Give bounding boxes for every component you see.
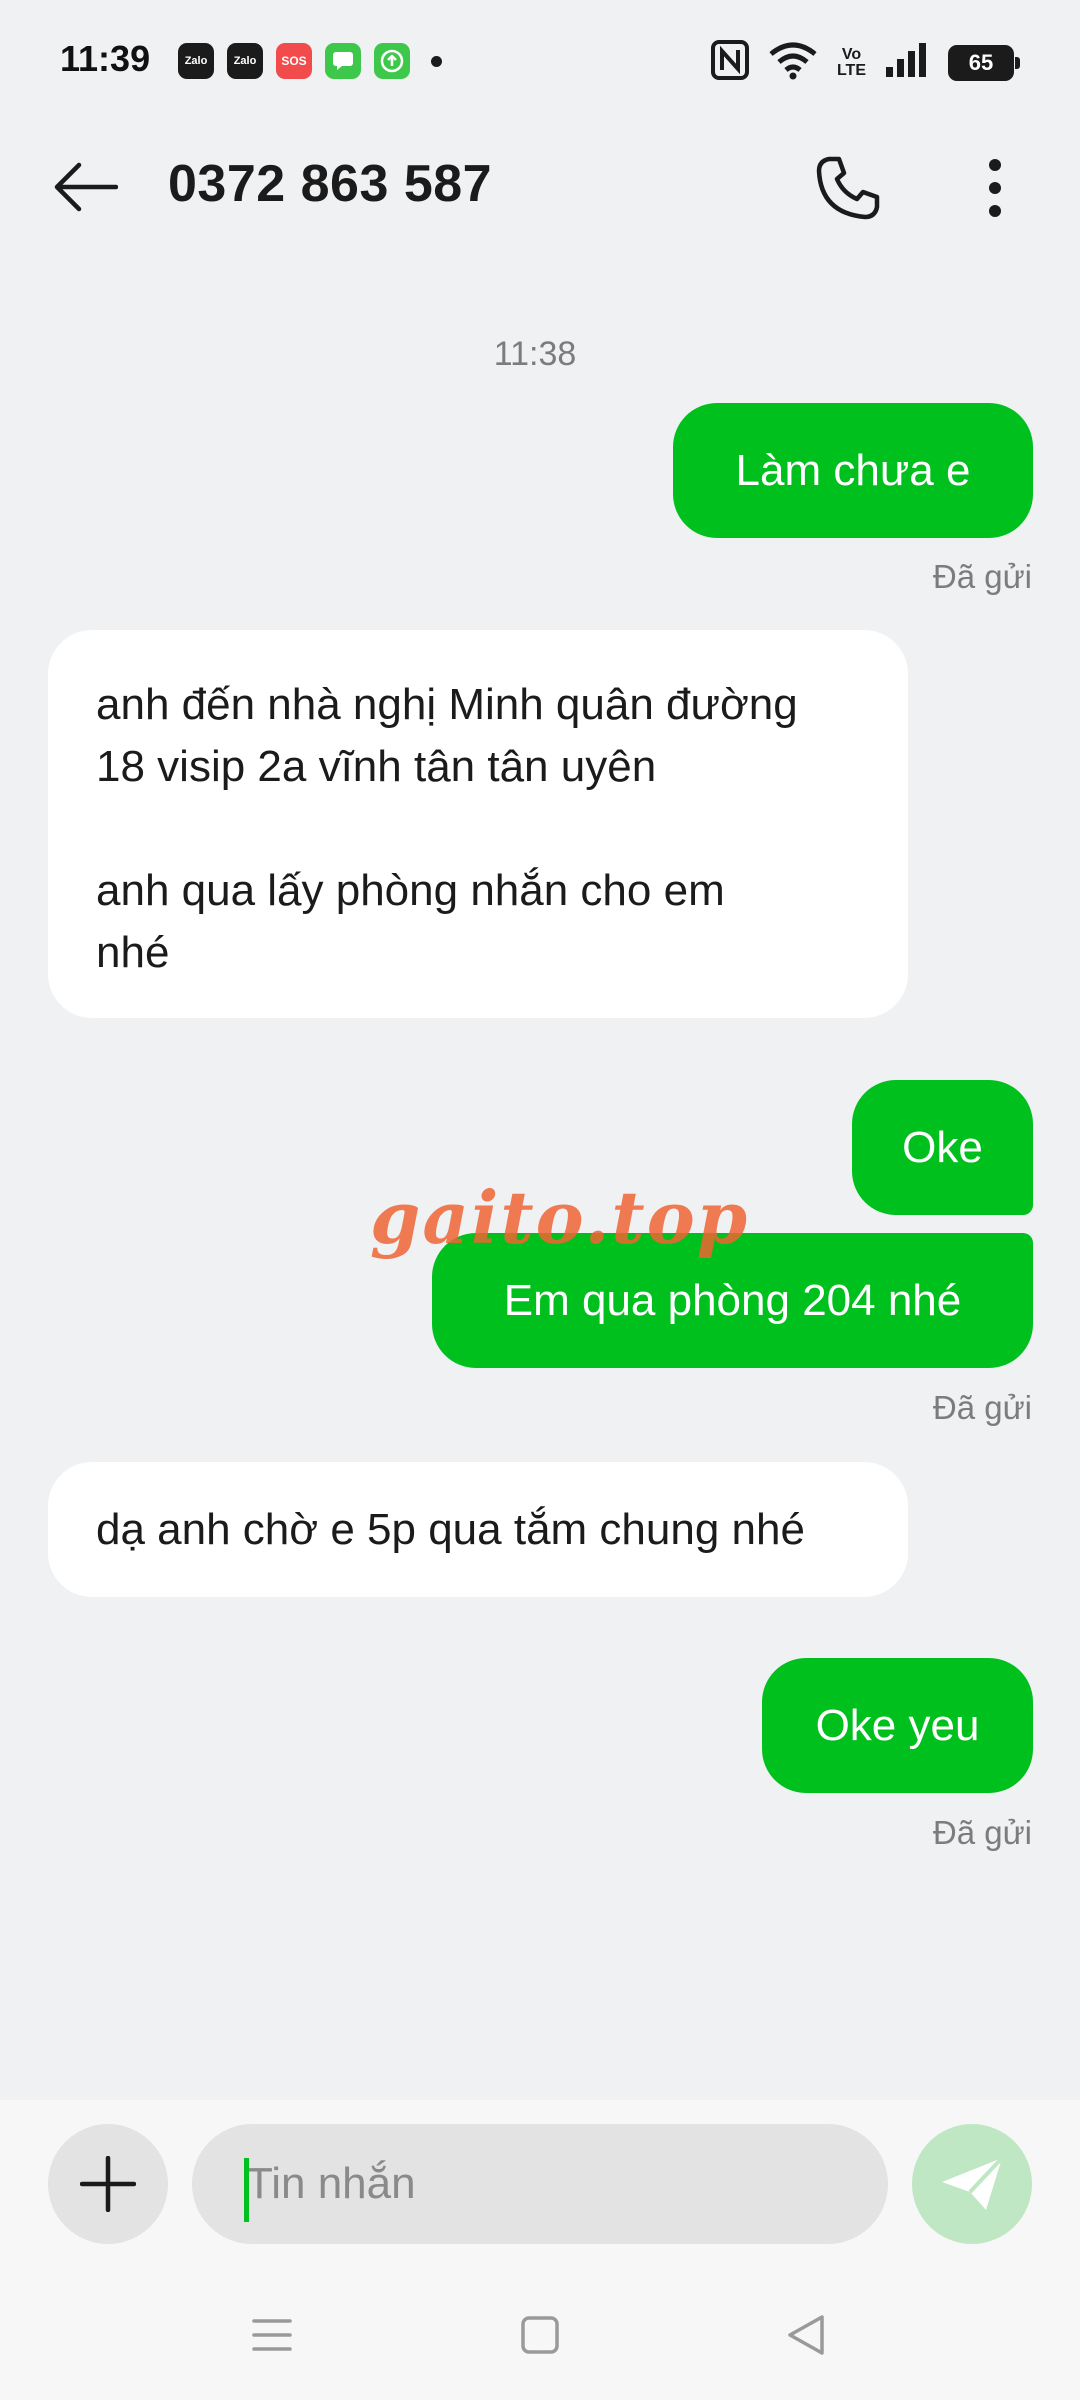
triangle-back-icon (788, 2315, 824, 2355)
status-time: 11:39 (60, 38, 151, 79)
system-icons: Vo LTE 65 (710, 40, 1020, 85)
call-button[interactable] (808, 148, 888, 228)
sos-icon: SOS (276, 43, 312, 79)
message-line: nhé (96, 928, 170, 977)
send-icon (942, 2156, 1004, 2210)
nfc-icon (710, 40, 749, 85)
sent-status: Đã gửi (932, 1389, 1032, 1426)
incoming-message[interactable]: dạ anh chờ e 5p qua tắm chung nhé (48, 1462, 908, 1597)
arrow-left-icon (54, 162, 118, 212)
more-vertical-icon (989, 159, 1001, 217)
message-line: anh đến nhà nghị Minh quân đường (96, 680, 798, 729)
zalo-icon: Zalo (227, 43, 263, 79)
message-composer: Tin nhắn (0, 2100, 1080, 2270)
menu-icon (252, 2319, 292, 2351)
incoming-message[interactable]: anh đến nhà nghị Minh quân đường 18 visi… (48, 630, 908, 1018)
message-app-icon (325, 43, 361, 79)
message-text: Oke (902, 1122, 983, 1172)
zalo-icon: Zalo (178, 43, 214, 79)
battery-icon: 65 (948, 44, 1020, 81)
volte-label: Vo (841, 45, 862, 63)
sent-status: Đã gửi (932, 1814, 1032, 1851)
attach-button[interactable] (48, 2124, 168, 2244)
watermark: gaito.top (370, 1175, 750, 1260)
wifi-icon (767, 40, 819, 85)
outgoing-message[interactable]: Oke yeu (762, 1658, 1033, 1793)
system-nav-bar (0, 2270, 1080, 2400)
message-text: Oke yeu (815, 1700, 980, 1750)
recents-button[interactable] (232, 2300, 312, 2370)
outgoing-message[interactable]: Làm chưa e (673, 403, 1033, 538)
message-input[interactable]: Tin nhắn (192, 2124, 888, 2244)
upload-icon (374, 43, 410, 79)
text-cursor (244, 2158, 249, 2222)
phone-icon (816, 156, 880, 220)
messaging-screen: 11:39 Zalo Zalo SOS Vo LTE 65 0372 863 5… (0, 0, 1080, 2400)
sent-status: Đã gửi (932, 558, 1032, 595)
message-text: dạ anh chờ e 5p qua tắm chung nhé (96, 1504, 805, 1554)
message-input-placeholder: Tin nhắn (246, 2159, 416, 2208)
send-button[interactable] (912, 2124, 1032, 2244)
conversation-header: 0372 863 587 (0, 130, 1080, 240)
plus-icon (80, 2156, 136, 2212)
lte-label: LTE (836, 61, 866, 79)
home-button[interactable] (500, 2300, 580, 2370)
outgoing-message[interactable]: Oke (852, 1080, 1033, 1215)
message-line: anh qua lấy phòng nhắn cho em (96, 866, 725, 915)
message-timestamp: 11:38 (493, 335, 577, 373)
message-line: 18 visip 2a vĩnh tân tân uyên (96, 742, 657, 791)
more-notifications-dot (431, 55, 442, 67)
status-bar: 11:39 Zalo Zalo SOS Vo LTE 65 (0, 0, 1080, 125)
home-square-icon (521, 2316, 559, 2354)
signal-icon (884, 41, 930, 84)
notification-icons: Zalo Zalo SOS (178, 43, 442, 79)
contact-title: 0372 863 587 (168, 155, 493, 213)
message-text: Làm chưa e (735, 445, 971, 495)
message-text: Em qua phòng 204 nhé (503, 1275, 962, 1325)
more-options-button[interactable] (960, 148, 1030, 228)
back-button[interactable] (40, 152, 130, 222)
volte-indicator: Vo LTE (836, 45, 866, 79)
nav-back-button[interactable] (766, 2300, 846, 2370)
